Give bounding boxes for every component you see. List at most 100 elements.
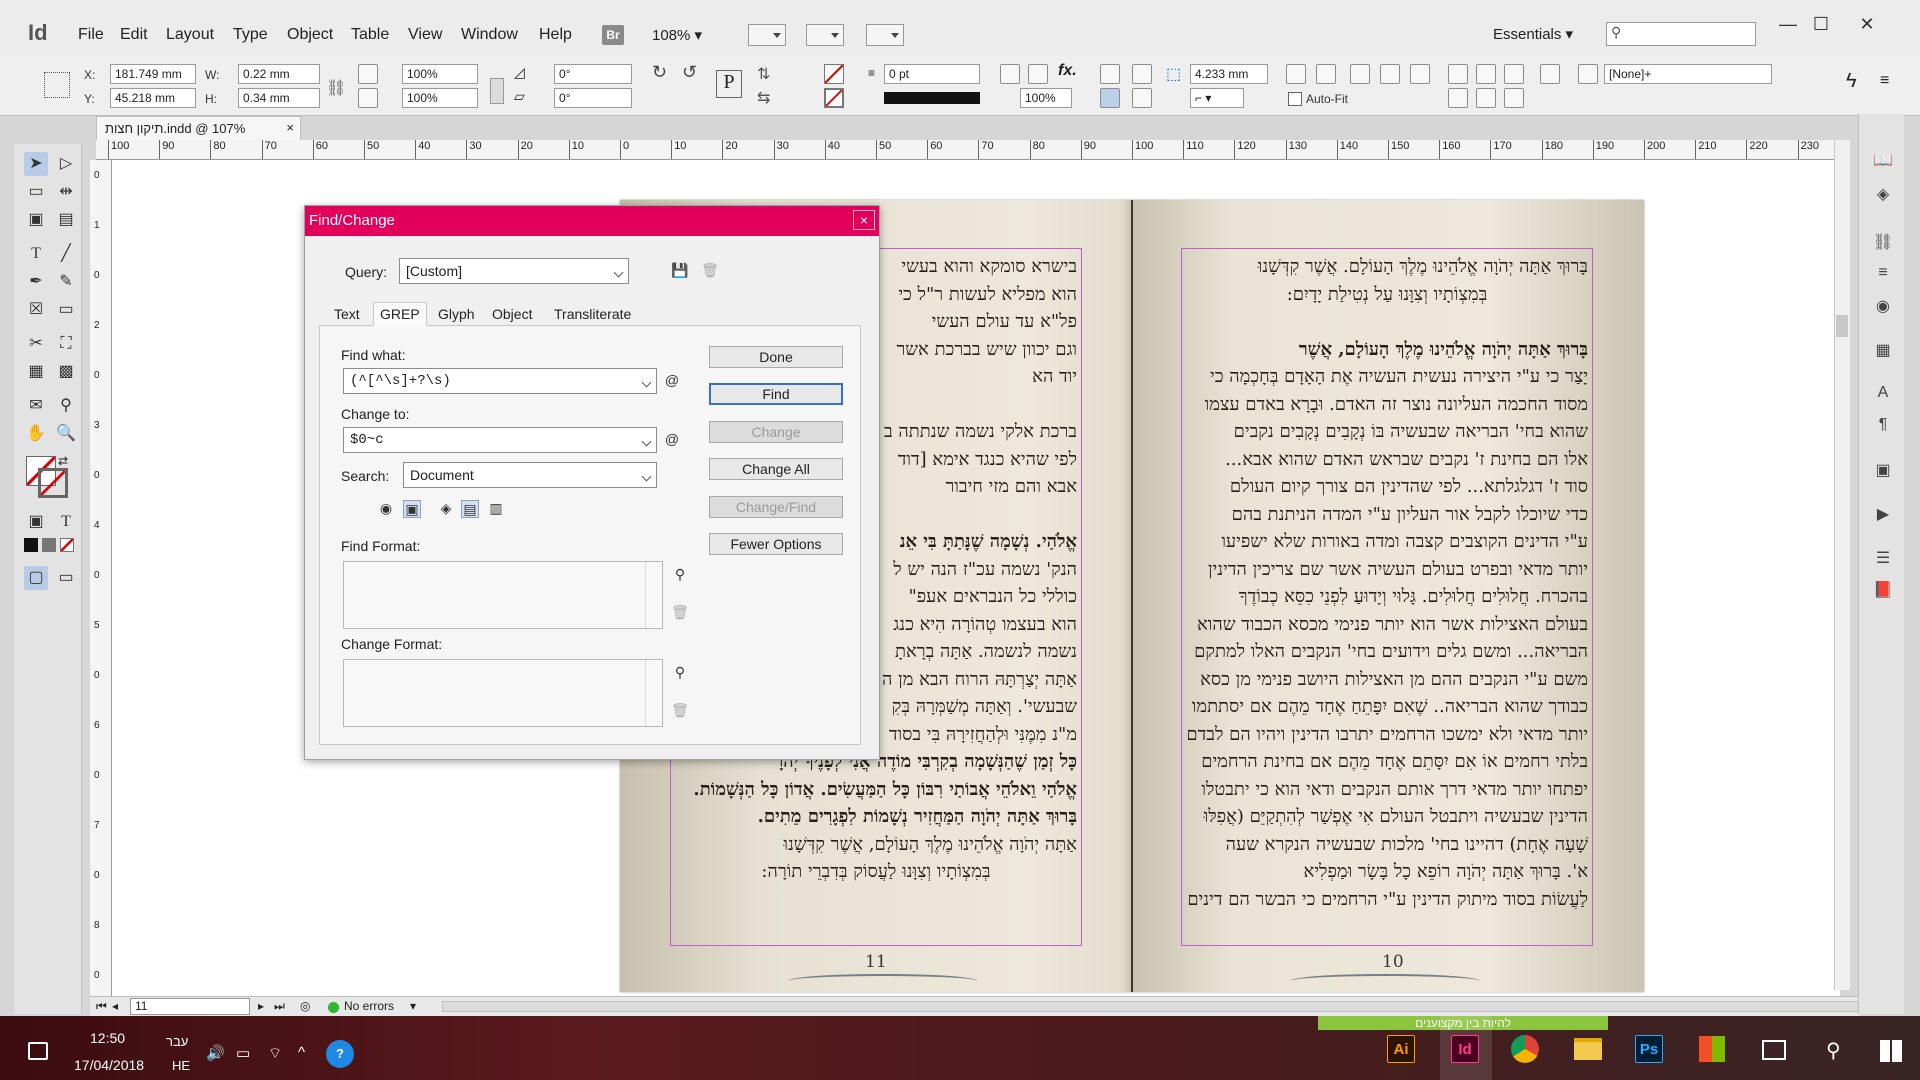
constrain-proportions-icon[interactable]: ⛓: [326, 78, 346, 97]
gradient-swatch-tool-icon[interactable]: ▦: [24, 360, 48, 384]
bridge-button[interactable]: Br: [602, 25, 624, 45]
select-content-icon[interactable]: P: [716, 70, 742, 98]
find-special-characters-icon[interactable]: @: [663, 372, 681, 390]
chrome-icon[interactable]: [1511, 1035, 1539, 1063]
apply-gradient-icon[interactable]: [42, 538, 56, 552]
effects-fill-icon[interactable]: [1028, 64, 1048, 84]
file-explorer-icon[interactable]: [1574, 1038, 1602, 1060]
content-collector-icon[interactable]: ▣: [24, 208, 48, 232]
fit-content-icon[interactable]: [1286, 64, 1306, 84]
drop-shadow-icon[interactable]: [1000, 64, 1020, 84]
fit-proportionally-icon[interactable]: [1410, 64, 1430, 84]
object-style-dropdown[interactable]: [None]+: [1604, 64, 1772, 84]
scale-x-field[interactable]: 100%: [402, 64, 478, 84]
table-panel-icon[interactable]: ▦: [1871, 340, 1895, 362]
preflight-menu-icon[interactable]: ▾: [410, 999, 416, 1013]
document-tab[interactable]: תיקון חצות.indd @ 107% ×: [96, 116, 301, 140]
rectangle-frame-tool-icon[interactable]: ☒: [24, 298, 48, 322]
flip-horizontal-icon[interactable]: ⇅: [757, 64, 770, 84]
reference-point-icon[interactable]: [44, 72, 70, 98]
prev-page-icon[interactable]: ◂: [112, 999, 118, 1013]
find-format-box[interactable]: [343, 561, 663, 629]
align-center-icon[interactable]: [1132, 88, 1152, 108]
y-field[interactable]: 45.218 mm: [110, 88, 196, 108]
help-icon[interactable]: ?: [326, 1040, 354, 1068]
include-locked-stories-icon[interactable]: ▣: [403, 500, 421, 518]
close-window-button[interactable]: ✕: [1852, 14, 1882, 36]
book-panel-icon[interactable]: 📕: [1871, 580, 1895, 602]
view-options-dropdown[interactable]: [748, 24, 786, 46]
menu-help[interactable]: Help: [539, 26, 572, 44]
last-page-icon[interactable]: ⏭: [274, 999, 285, 1014]
screen-mode-dropdown[interactable]: [806, 24, 844, 46]
search-taskbar-icon[interactable]: ⚲: [1826, 1038, 1841, 1063]
interactive-panel-icon[interactable]: ▶: [1871, 504, 1895, 526]
maximize-button[interactable]: ☐: [1806, 14, 1836, 36]
type-tool-icon[interactable]: T: [24, 242, 48, 266]
close-tab-icon[interactable]: ×: [286, 120, 294, 135]
panel-menu-icon[interactable]: ≡: [1880, 72, 1889, 90]
eyedropper-tool-icon[interactable]: ⚲: [54, 394, 78, 418]
tab-transliterate[interactable]: Transliterate: [547, 302, 638, 326]
scissors-tool-icon[interactable]: ✂: [24, 332, 48, 356]
windows-start-icon[interactable]: [1880, 1040, 1902, 1062]
h-field[interactable]: 0.34 mm: [238, 88, 320, 108]
swap-fill-stroke-icon[interactable]: ⇄: [58, 454, 68, 468]
formatting-container-icon[interactable]: ▣: [24, 510, 48, 534]
include-master-pages-icon[interactable]: ▤: [461, 500, 479, 518]
query-dropdown[interactable]: [Custom]: [399, 258, 629, 284]
effects-fx-icon[interactable]: fx.: [1058, 62, 1077, 80]
horizontal-scrollbar[interactable]: [442, 1001, 1862, 1012]
next-page-icon[interactable]: ▸: [258, 999, 264, 1013]
menu-table[interactable]: Table: [351, 26, 389, 44]
menu-object[interactable]: Object: [287, 26, 333, 44]
paragraph-styles-icon[interactable]: ¶: [1871, 416, 1895, 438]
menu-type[interactable]: Type: [233, 26, 268, 44]
tab-text[interactable]: Text: [327, 302, 367, 326]
vertical-scroll-thumb[interactable]: [1836, 315, 1848, 337]
hand-tool-icon[interactable]: ✋: [24, 422, 48, 446]
menu-edit[interactable]: Edit: [120, 26, 148, 44]
zoom-level[interactable]: 108% ▾: [652, 26, 702, 44]
input-language-code[interactable]: HE: [172, 1058, 190, 1073]
illustrator-icon[interactable]: Ai: [1387, 1035, 1415, 1063]
first-page-icon[interactable]: ⏮: [96, 999, 107, 1014]
note-tool-icon[interactable]: ✉: [24, 394, 48, 418]
clock-time[interactable]: 12:50: [90, 1030, 125, 1046]
vertical-ruler[interactable]: 0 1 0 2 0 3 0 4 0 5 0 6 0 7 0 8 0: [90, 160, 112, 998]
shear-field[interactable]: 0°: [554, 88, 632, 108]
pencil-tool-icon[interactable]: ✎: [54, 270, 78, 294]
formatting-text-icon[interactable]: T: [54, 510, 78, 534]
rotate-cw-icon[interactable]: ↻: [652, 62, 667, 83]
fit-frame-icon[interactable]: [1316, 64, 1336, 84]
horizontal-ruler[interactable]: 100 90 80 70 60 50 40 30 20 10 0 10 20 30 40 50 60 70 80 90…: [96, 140, 1840, 160]
free-transform-tool-icon[interactable]: ⛶: [54, 332, 78, 356]
quick-apply-icon[interactable]: ϟ: [1846, 70, 1857, 93]
links-panel-icon[interactable]: ⛓: [1871, 232, 1895, 254]
content-placer-icon[interactable]: ▤: [54, 208, 78, 232]
change-to-field[interactable]: $0~c: [343, 427, 657, 453]
align-bottom-edges-icon[interactable]: [1504, 88, 1524, 108]
workspace-switcher[interactable]: Essentials ▾: [1493, 25, 1573, 43]
x-field[interactable]: 181.749 mm: [110, 64, 196, 84]
task-view-icon[interactable]: [1762, 1040, 1786, 1060]
align-top-icon[interactable]: [1100, 88, 1120, 108]
store-icon[interactable]: [1699, 1036, 1725, 1062]
preview-mode-icon[interactable]: ▭: [54, 566, 78, 590]
autofit-checkbox[interactable]: [1288, 92, 1302, 106]
corner-shape-field[interactable]: ⌐ ▾: [1190, 88, 1244, 108]
change-special-characters-icon[interactable]: @: [663, 431, 681, 449]
text-wrap-none-icon[interactable]: [1100, 64, 1120, 84]
input-language-top[interactable]: עבר: [166, 1034, 188, 1049]
stroke-panel-icon[interactable]: ≡: [1871, 264, 1895, 286]
tab-glyph[interactable]: Glyph: [431, 302, 482, 326]
center-content-icon[interactable]: [1350, 64, 1370, 84]
gap-tool-icon[interactable]: ⇹: [54, 180, 78, 204]
preflight-status[interactable]: No errors: [344, 999, 394, 1013]
change-all-button[interactable]: Change All: [709, 458, 843, 480]
menu-layout[interactable]: Layout: [166, 26, 214, 44]
menu-file[interactable]: File: [78, 26, 104, 44]
zoom-tool-icon[interactable]: 🔍: [54, 422, 78, 446]
direct-selection-tool-icon[interactable]: ▷: [54, 152, 78, 176]
include-hidden-layers-icon[interactable]: ◈: [437, 500, 455, 518]
